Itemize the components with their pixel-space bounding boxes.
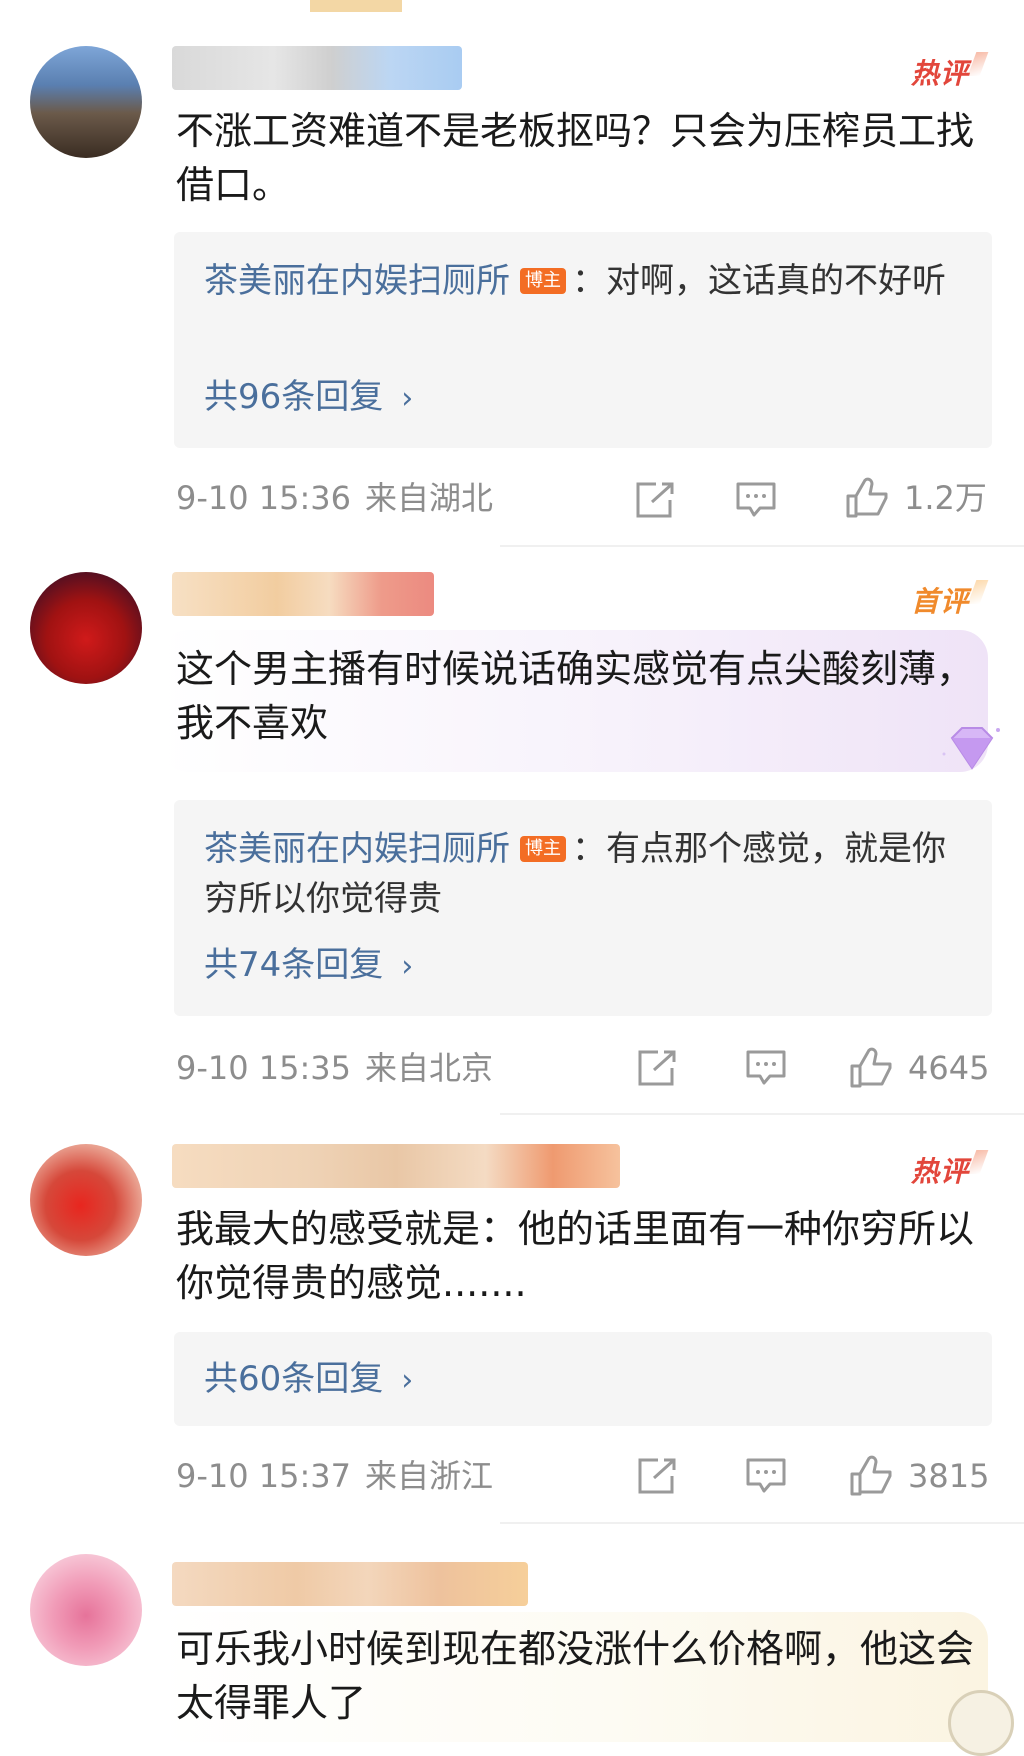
- comment-text: 可乐我小时候到现在都没涨什么价格啊，他这会太得罪人了: [176, 1627, 975, 1725]
- username-blurred[interactable]: [172, 1562, 528, 1606]
- comment-card: 可乐我小时候到现在都没涨什么价格啊，他这会太得罪人了: [0, 0, 1024, 1756]
- mascot-icon: [948, 1690, 1014, 1756]
- avatar[interactable]: [30, 1554, 142, 1666]
